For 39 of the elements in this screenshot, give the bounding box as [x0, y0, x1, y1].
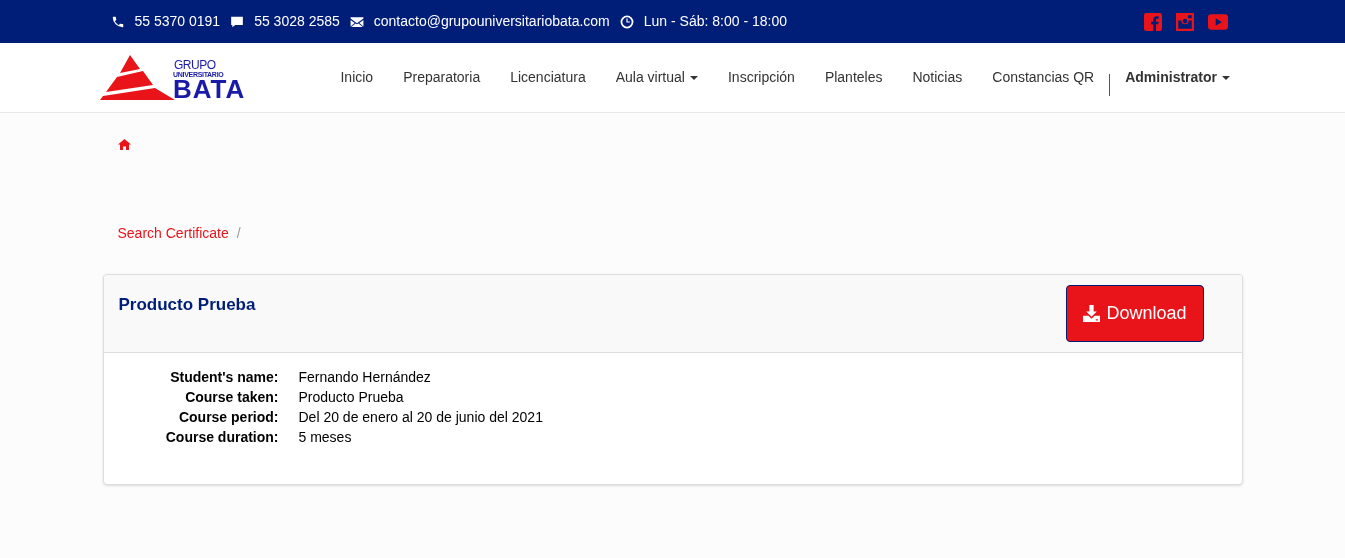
nav-link[interactable]: Licenciatura — [495, 67, 601, 88]
field-label: Course duration: — [164, 428, 279, 447]
contact-text: contacto@grupouniversitariobata.com — [373, 12, 610, 31]
mail-icon — [349, 14, 364, 29]
breadcrumb-link[interactable]: Search Certificate — [117, 223, 229, 244]
nav-link[interactable]: Preparatoria — [388, 67, 496, 88]
contact-text: 55 3028 2585 — [254, 12, 340, 31]
contact-text: Lun - Sáb: 8:00 - 18:00 — [643, 12, 787, 31]
clock-icon — [619, 14, 634, 29]
instagram-icon[interactable] — [1175, 12, 1194, 31]
user-menu[interactable]: Administrator — [1110, 67, 1245, 88]
logo-text: BATA — [173, 78, 246, 100]
field-label: Student's name: — [169, 368, 279, 387]
chat-icon — [230, 14, 245, 29]
triangle-logo-icon — [100, 55, 175, 100]
download-icon — [1083, 305, 1101, 322]
nav-link[interactable]: Planteles — [809, 67, 898, 88]
breadcrumb-separator: / — [236, 224, 241, 243]
nav-link[interactable]: Inicio — [325, 67, 389, 88]
nav-link[interactable]: Noticias — [897, 67, 978, 88]
caret-icon — [689, 75, 698, 80]
card-title: Producto Prueba — [118, 294, 256, 316]
field-label: Course taken: — [184, 388, 279, 407]
download-button[interactable]: Download — [1066, 285, 1204, 342]
field-value: 5 meses — [298, 428, 352, 447]
nav-link[interactable]: Constancias QR — [977, 67, 1110, 88]
field-value: Del 20 de enero al 20 de junio del 2021 — [298, 408, 543, 427]
nav-link[interactable]: Inscripción — [712, 67, 810, 88]
home-icon[interactable] — [117, 139, 131, 150]
field-value: Producto Prueba — [298, 388, 404, 407]
logo-text: GRUPO — [174, 59, 217, 71]
youtube-icon[interactable] — [1207, 12, 1228, 31]
contact-text: 55 5370 0191 — [134, 12, 221, 31]
nav-link[interactable]: Aula virtual — [600, 67, 713, 88]
facebook-icon[interactable] — [1143, 12, 1162, 31]
field-value: Fernando Hernández — [298, 368, 431, 387]
field-label: Course period: — [177, 408, 279, 427]
caret-icon — [1222, 75, 1230, 80]
phone-icon — [110, 14, 125, 29]
